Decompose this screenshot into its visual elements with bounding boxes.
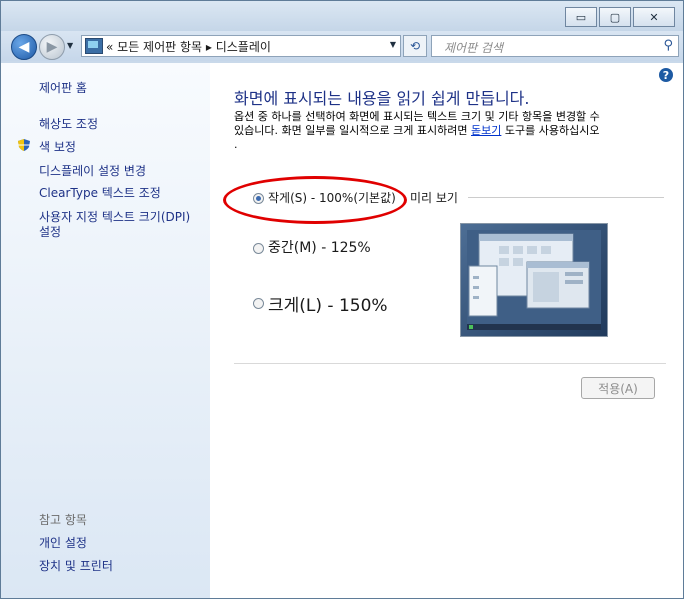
address-text: « 모든 제어판 항목 ▸ 디스플레이 (106, 40, 271, 54)
forward-button[interactable]: ▶ (39, 34, 65, 60)
recent-pages-dropdown-icon[interactable]: ▼ (67, 41, 73, 50)
sidebar: 제어판 홈 해상도 조정 색 보정 디스플레이 설정 변경 ClearType … (1, 63, 210, 598)
preview-label: 미리 보기 (410, 191, 458, 205)
radio-medium[interactable] (253, 243, 264, 254)
sidebar-item-personalization[interactable]: 개인 설정 (39, 534, 87, 551)
back-button[interactable]: ◀ (11, 34, 37, 60)
radio-small[interactable] (253, 193, 264, 204)
refresh-button[interactable]: ⟲ (403, 35, 427, 57)
see-also-label: 참고 항목 (39, 513, 87, 527)
main-content: ? 화면에 표시되는 내용을 읽기 쉽게 만듭니다. 옵션 중 하나를 선택하여… (210, 63, 683, 598)
navigation-bar: ◀ ▶ ▼ « 모든 제어판 항목 ▸ 디스플레이 ▼ ⟲ 제어판 검색 ⚲ (1, 31, 683, 61)
refresh-icon: ⟲ (409, 39, 421, 53)
search-input[interactable]: 제어판 검색 ⚲ (431, 35, 679, 57)
description: 옵션 중 하나를 선택하여 화면에 표시되는 텍스트 크기 및 기타 항목을 변… (234, 110, 674, 152)
sidebar-item-color-calibration[interactable]: 색 보정 (39, 138, 76, 155)
magnifier-link[interactable]: 돋보기 (471, 124, 501, 137)
close-button[interactable]: ✕ (633, 7, 675, 27)
shield-icon (18, 139, 30, 151)
title-bar: ▭ ▢ ✕ (1, 1, 683, 31)
sidebar-item-devices-printers[interactable]: 장치 및 프린터 (39, 557, 113, 574)
forward-arrow-icon: ▶ (46, 39, 58, 55)
search-placeholder: 제어판 검색 (444, 41, 504, 55)
minimize-button[interactable]: ▭ (565, 7, 597, 27)
option-medium-label[interactable]: 중간(M) - 125% (268, 237, 371, 257)
maximize-button[interactable]: ▢ (599, 7, 631, 27)
back-arrow-icon: ◀ (18, 39, 30, 55)
help-icon[interactable]: ? (659, 68, 673, 82)
apply-button[interactable]: 적용(A) (581, 377, 655, 399)
description-line-1: 옵션 중 하나를 선택하여 화면에 표시되는 텍스트 크기 및 기타 항목을 변… (234, 110, 600, 123)
page-heading: 화면에 표시되는 내용을 읽기 쉽게 만듭니다. (234, 89, 530, 108)
description-prefix: 있습니다. 화면 일부를 일시적으로 크게 표시하려면 (234, 124, 471, 137)
preview-windows-illustration (467, 230, 601, 330)
search-icon[interactable]: ⚲ (663, 38, 673, 53)
sidebar-item-custom-dpi-settings[interactable]: 설정 (39, 223, 61, 240)
address-dropdown-icon[interactable]: ▼ (390, 40, 396, 49)
address-bar[interactable]: « 모든 제어판 항목 ▸ 디스플레이 ▼ (81, 35, 401, 57)
sidebar-item-resolution[interactable]: 해상도 조정 (39, 115, 98, 132)
window: ▭ ▢ ✕ ◀ ▶ ▼ « 모든 제어판 항목 ▸ 디스플레이 ▼ ⟲ 제어판 … (0, 0, 684, 599)
description-line-3: . (234, 138, 238, 151)
window-controls: ▭ ▢ ✕ (563, 7, 675, 27)
description-suffix: 도구를 사용하십시오 (501, 124, 600, 137)
content-separator (234, 363, 666, 364)
sidebar-item-display-settings[interactable]: 디스플레이 설정 변경 (39, 162, 146, 179)
radio-large[interactable] (253, 298, 264, 309)
sidebar-home-link[interactable]: 제어판 홈 (39, 79, 87, 96)
sidebar-item-custom-dpi[interactable]: 사용자 지정 텍스트 크기(DPI) (39, 208, 190, 225)
option-large-label[interactable]: 크게(L) - 150% (268, 291, 388, 316)
description-line-2: 있습니다. 화면 일부를 일시적으로 크게 표시하려면 돋보기 도구를 사용하십… (234, 124, 674, 138)
preview-image (460, 223, 608, 337)
control-panel-icon (85, 38, 103, 54)
sidebar-item-cleartype[interactable]: ClearType 텍스트 조정 (39, 184, 161, 201)
preview-divider (468, 197, 664, 198)
option-small-label[interactable]: 작게(S) - 100%(기본값) (268, 189, 396, 206)
